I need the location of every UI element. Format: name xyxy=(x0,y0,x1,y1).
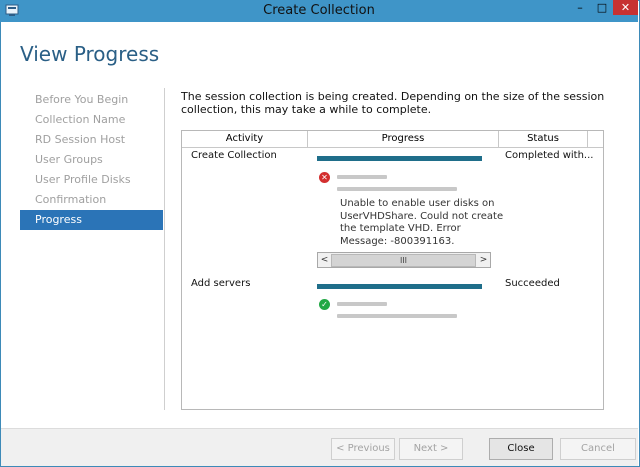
row-add-servers-progress-bar xyxy=(317,284,482,289)
scroll-left-arrow[interactable]: < xyxy=(318,253,331,267)
dialog-footer: < Previous Next > Close Cancel xyxy=(1,428,638,466)
column-header-progress[interactable]: Progress xyxy=(308,131,499,147)
column-header-status[interactable]: Status xyxy=(499,131,588,147)
progress-description: The session collection is being created.… xyxy=(181,90,605,116)
next-button[interactable]: Next > xyxy=(399,438,463,460)
previous-button[interactable]: < Previous xyxy=(331,438,395,460)
error-message: Unable to enable user disks on UserVHDSh… xyxy=(340,198,504,247)
nav-divider xyxy=(164,88,165,410)
table-header: Activity Progress Status xyxy=(182,131,603,148)
scroll-thumb[interactable]: III xyxy=(331,254,476,267)
window-title: Create Collection xyxy=(263,3,375,18)
row-create-collection-status: Completed with... xyxy=(505,150,594,161)
progress-table: Activity Progress Status Create Collecti… xyxy=(181,130,604,410)
page-title: View Progress xyxy=(20,42,160,66)
redacted-server-name xyxy=(337,175,387,179)
nav-item-user-groups[interactable]: User Groups xyxy=(20,150,163,170)
row-create-collection-progress-bar xyxy=(317,156,482,161)
nav-item-rd-session-host[interactable]: RD Session Host xyxy=(20,130,163,150)
maximize-button[interactable]: □ xyxy=(591,0,613,15)
close-window-button[interactable]: ✕ xyxy=(613,0,638,15)
error-icon: ✕ xyxy=(319,172,330,183)
close-button[interactable]: Close xyxy=(489,438,553,460)
success-icon: ✓ xyxy=(319,299,330,310)
nav-item-collection-name[interactable]: Collection Name xyxy=(20,110,163,130)
redacted-server-fqdn xyxy=(337,187,457,191)
row-add-servers-activity: Add servers xyxy=(191,278,251,289)
cancel-button[interactable]: Cancel xyxy=(560,438,636,460)
scroll-right-arrow[interactable]: > xyxy=(477,253,490,267)
row-add-servers-status: Succeeded xyxy=(505,278,560,289)
row-create-collection-activity: Create Collection xyxy=(191,150,277,161)
nav-item-user-profile-disks[interactable]: User Profile Disks xyxy=(20,170,163,190)
wizard-nav: Before You Begin Collection Name RD Sess… xyxy=(20,90,163,230)
minimize-button[interactable]: – xyxy=(569,0,591,15)
redacted-server-fqdn xyxy=(337,314,457,318)
title-bar[interactable]: Create Collection – □ ✕ xyxy=(0,0,638,22)
redacted-server-name xyxy=(337,302,387,306)
error-horizontal-scrollbar[interactable]: < III > xyxy=(317,252,491,268)
column-header-activity[interactable]: Activity xyxy=(182,131,308,147)
nav-item-progress[interactable]: Progress xyxy=(20,210,163,230)
nav-item-before-you-begin[interactable]: Before You Begin xyxy=(20,90,163,110)
nav-item-confirmation[interactable]: Confirmation xyxy=(20,190,163,210)
